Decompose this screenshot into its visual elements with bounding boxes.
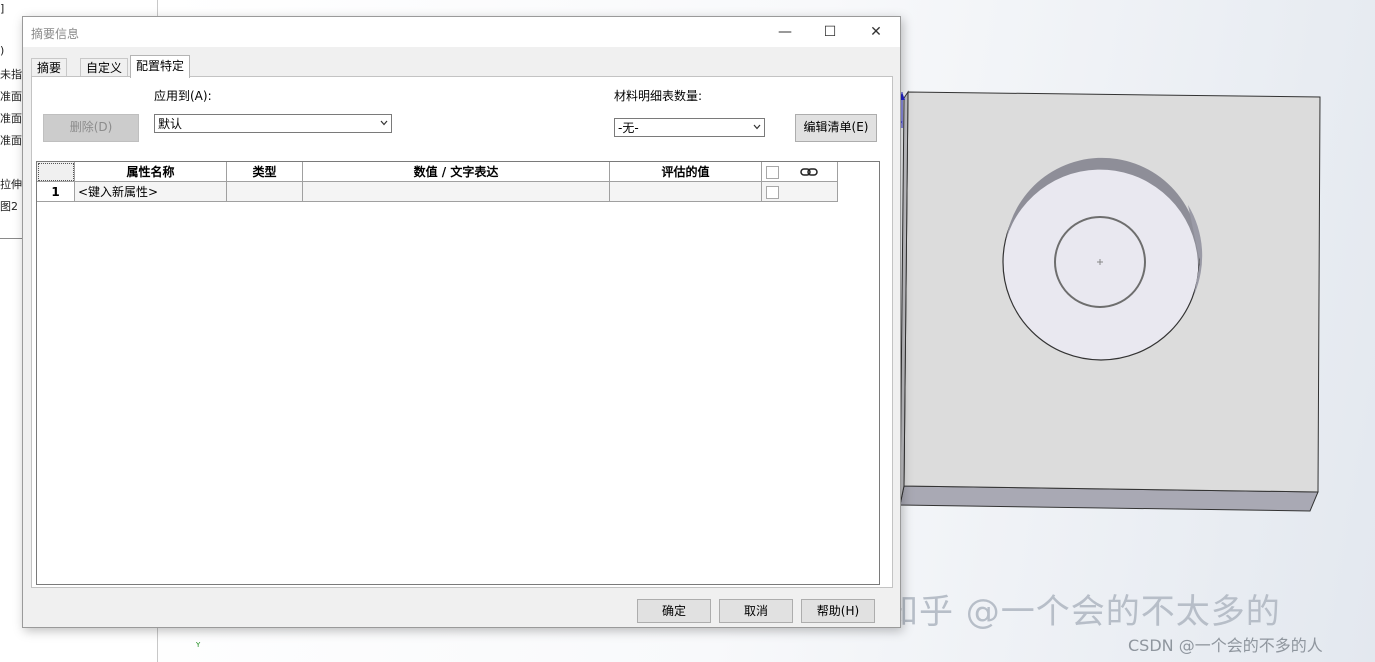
- close-button[interactable]: ✕: [854, 17, 898, 47]
- grid-corner-focus: [38, 163, 74, 181]
- link-icon: [800, 168, 818, 176]
- link-checkbox[interactable]: [766, 186, 779, 199]
- tree-item[interactable]: 准面: [0, 88, 22, 104]
- maximize-button[interactable]: ☐: [808, 17, 852, 47]
- tab-configuration-specific[interactable]: 配置特定: [130, 55, 191, 78]
- tree-separator: [0, 238, 24, 239]
- bom-quantity-label: 材料明细表数量:: [614, 89, 703, 103]
- ok-button[interactable]: 确定: [637, 599, 711, 623]
- column-header-value[interactable]: 数值 / 文字表达: [303, 162, 610, 182]
- property-evaluated-cell: [610, 182, 762, 202]
- chevron-down-icon: [753, 124, 761, 130]
- tree-item[interactable]: ): [0, 44, 4, 57]
- summary-info-dialog: 摘要信息 — ☐ ✕ 摘要 自定义 配置特定 应用到(A): 默认 删除(D) …: [22, 16, 901, 628]
- edit-list-button[interactable]: 编辑清单(E): [795, 114, 877, 142]
- property-name-cell[interactable]: <键入新属性>: [75, 182, 227, 202]
- apply-to-label: 应用到(A):: [154, 89, 212, 103]
- help-button[interactable]: 帮助(H): [801, 599, 875, 623]
- apply-to-value: 默认: [158, 117, 183, 131]
- row-index[interactable]: 1: [37, 182, 75, 202]
- tab-custom[interactable]: 自定义: [80, 58, 129, 78]
- property-value-cell[interactable]: [303, 182, 610, 202]
- tree-item[interactable]: 准面: [0, 132, 22, 148]
- dialog-title: 摘要信息: [31, 27, 80, 41]
- axis-triad-y-label: Y: [196, 641, 201, 649]
- apply-to-select[interactable]: 默认: [154, 114, 392, 133]
- grid-corner-cell[interactable]: [37, 162, 75, 182]
- bom-quantity-value: -无-: [618, 121, 639, 135]
- link-all-checkbox[interactable]: [766, 166, 779, 179]
- tree-item[interactable]: 未指: [0, 66, 22, 82]
- cancel-button[interactable]: 取消: [719, 599, 793, 623]
- watermark-csdn: CSDN @一个会的不多的人: [1128, 636, 1323, 655]
- delete-button[interactable]: 删除(D): [43, 114, 139, 142]
- column-header-type[interactable]: 类型: [227, 162, 303, 182]
- tree-item[interactable]: ]: [0, 2, 4, 15]
- column-header-link[interactable]: [762, 162, 838, 182]
- column-header-property-name[interactable]: 属性名称: [75, 162, 227, 182]
- tree-item[interactable]: 图2: [0, 198, 18, 214]
- property-type-cell[interactable]: [227, 182, 303, 202]
- chevron-down-icon: [380, 120, 388, 126]
- minimize-button[interactable]: —: [763, 17, 807, 47]
- tree-item[interactable]: 准面: [0, 110, 22, 126]
- column-header-evaluated-value[interactable]: 评估的值: [610, 162, 762, 182]
- bom-quantity-select[interactable]: -无-: [614, 118, 765, 137]
- dialog-titlebar[interactable]: 摘要信息 — ☐ ✕: [23, 17, 900, 47]
- property-link-cell[interactable]: [762, 182, 838, 202]
- property-grid: 属性名称 类型 数值 / 文字表达 评估的值 1 <键入新属性>: [36, 161, 880, 585]
- tab-panel: 应用到(A): 默认 删除(D) 材料明细表数量: -无- 编辑清单(E) 属性…: [31, 76, 893, 588]
- watermark-zhihu: 知乎 @一个会的不太多的: [884, 592, 1281, 632]
- tab-summary[interactable]: 摘要: [31, 58, 68, 78]
